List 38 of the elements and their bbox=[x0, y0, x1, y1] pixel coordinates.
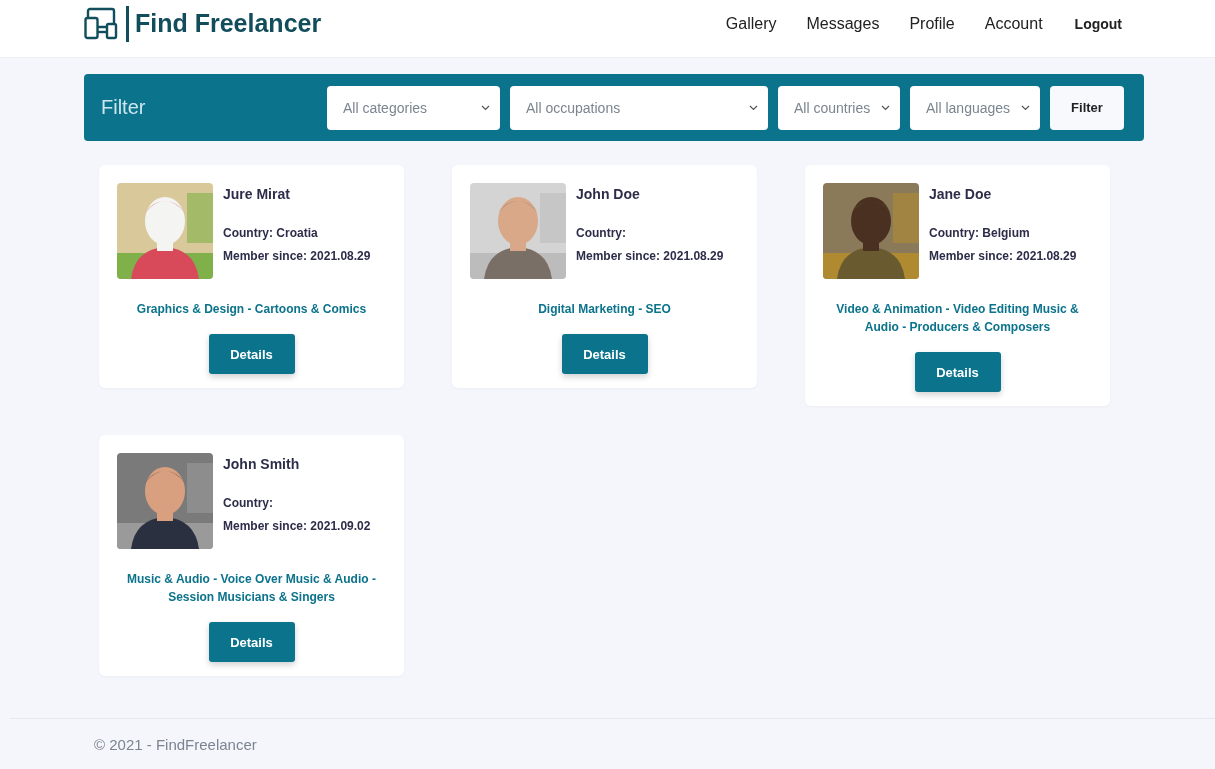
nav-link[interactable]: Account bbox=[984, 14, 1043, 33]
skills-text: Music & Audio - Voice Over Music & Audio - Session Musicians & Singers bbox=[126, 571, 377, 606]
skills-text: Digital Marketing - SEO bbox=[537, 301, 672, 318]
freelancer-name: John Doe bbox=[576, 186, 641, 202]
country-text: Country: bbox=[576, 226, 627, 240]
details-button[interactable]: Details bbox=[208, 622, 295, 662]
dropdown[interactable]: All countries bbox=[778, 85, 900, 130]
member-since-text: Member since: 2021.08.29 bbox=[576, 249, 724, 263]
chevron-icon bbox=[881, 104, 890, 111]
chevron-icon bbox=[749, 104, 758, 111]
nav-link[interactable]: Profile bbox=[909, 14, 955, 33]
dropdown[interactable]: All categories bbox=[327, 85, 500, 130]
skills-text: Video & Animation - Video Editing Music & Audio - Producers & Composers bbox=[835, 301, 1080, 336]
copyright-text: © 2021 - FindFreelancer bbox=[94, 735, 257, 753]
nav-link[interactable]: Gallery bbox=[725, 14, 777, 33]
freelancer-name: Jane Doe bbox=[929, 186, 993, 202]
country-text: Country: Croatia bbox=[223, 226, 319, 240]
devices-icon bbox=[84, 6, 120, 41]
member-since-text: Member since: 2021.09.02 bbox=[223, 519, 371, 533]
filter-button[interactable]: Filter bbox=[1050, 85, 1124, 130]
chevron-icon bbox=[1021, 104, 1030, 111]
nav-link[interactable]: Messages bbox=[806, 14, 880, 33]
country-text: Country: bbox=[223, 496, 274, 510]
nav-link[interactable]: Logout bbox=[1074, 15, 1122, 32]
freelancer-name: John Smith bbox=[223, 456, 301, 472]
dropdown[interactable]: All occupations bbox=[510, 85, 768, 130]
member-since-text: Member since: 2021.08.29 bbox=[929, 249, 1077, 263]
freelancer-name: Jure Mirat bbox=[223, 186, 291, 202]
logo-text[interactable]: Find Freelancer bbox=[135, 9, 322, 38]
dropdown[interactable]: All languages bbox=[910, 85, 1040, 130]
chevron-icon bbox=[481, 104, 490, 111]
country-text: Country: Belgium bbox=[929, 226, 1031, 240]
details-button[interactable]: Details bbox=[561, 334, 648, 374]
details-button[interactable]: Details bbox=[208, 334, 295, 374]
details-button[interactable]: Details bbox=[914, 352, 1001, 392]
filter-title: Filter bbox=[101, 96, 146, 119]
member-since-text: Member since: 2021.08.29 bbox=[223, 249, 371, 263]
skills-text: Graphics & Design - Cartoons & Comics bbox=[135, 301, 368, 318]
